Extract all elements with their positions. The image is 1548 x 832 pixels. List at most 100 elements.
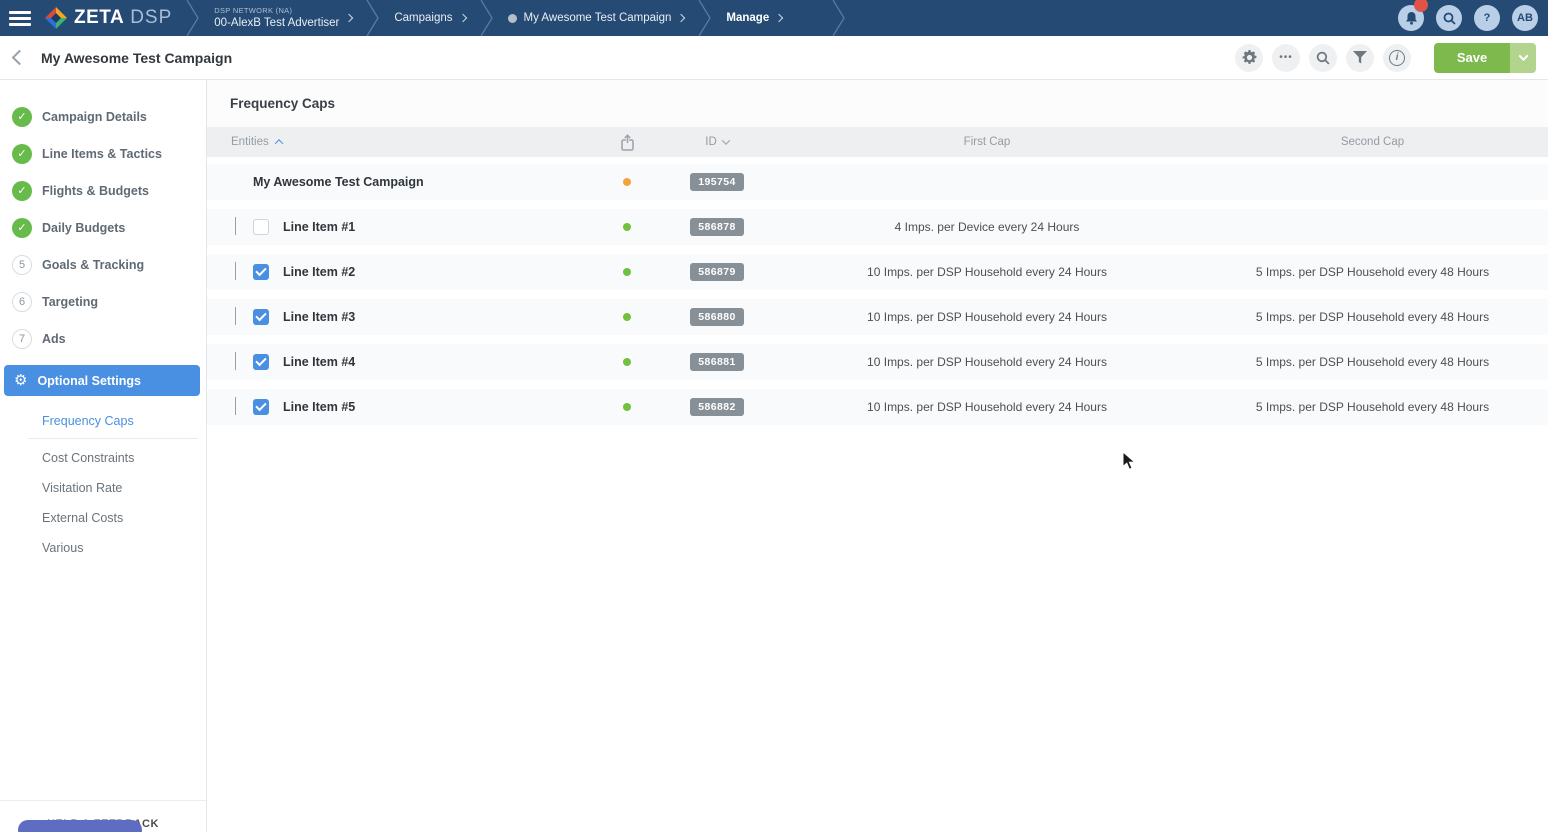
notification-badge bbox=[1414, 0, 1428, 12]
zeta-diamond-icon bbox=[44, 6, 68, 30]
topbar-actions: ? AB bbox=[1398, 5, 1548, 31]
id-badge: 195754 bbox=[690, 173, 743, 191]
entity-name[interactable]: Line Item #2 bbox=[283, 265, 597, 279]
breadcrumb-advertiser[interactable]: DSP NETWORK (NA) 00-AlexB Test Advertise… bbox=[200, 6, 366, 30]
expand-row-icon[interactable] bbox=[235, 397, 236, 415]
status-dot bbox=[623, 358, 631, 366]
sidebar-item-optional-settings[interactable]: ⚙ Optional Settings bbox=[4, 365, 200, 396]
entity-name[interactable]: Line Item #5 bbox=[283, 400, 597, 414]
breadcrumb-campaigns[interactable]: Campaigns bbox=[380, 12, 479, 24]
sidebar-item-various[interactable]: Various bbox=[0, 533, 206, 563]
more-options-button[interactable]: ••• bbox=[1272, 44, 1300, 72]
sidebar-step[interactable]: ✓Line Items & Tactics bbox=[0, 135, 206, 172]
share-icon bbox=[620, 134, 635, 151]
table-row: Line Item #5 586882 10 Imps. per DSP House… bbox=[207, 389, 1548, 425]
expand-row-icon[interactable] bbox=[235, 262, 236, 280]
chat-widget-button[interactable] bbox=[18, 820, 142, 832]
filter-button[interactable] bbox=[1346, 44, 1374, 72]
frequency-caps-table: My Awesome Test Campaign 195754 Line Item … bbox=[207, 157, 1548, 425]
search-icon bbox=[1443, 12, 1456, 25]
sidebar-step[interactable]: 6Targeting bbox=[0, 283, 206, 320]
frequency-caps-panel: Frequency Caps Entities ID First Cap bbox=[207, 80, 1548, 832]
column-share[interactable] bbox=[597, 134, 657, 151]
id-badge: 586881 bbox=[690, 353, 743, 371]
save-button[interactable]: Save bbox=[1434, 43, 1510, 73]
brand-logo[interactable]: ZETA DSP bbox=[40, 6, 186, 30]
brand-suffix: DSP bbox=[130, 7, 172, 29]
chevron-right-icon bbox=[677, 14, 685, 22]
expand-row-icon[interactable] bbox=[235, 352, 236, 370]
campaign-toolbar: My Awesome Test Campaign ••• i Save bbox=[0, 36, 1548, 80]
row-checkbox[interactable] bbox=[253, 264, 269, 280]
breadcrumb-campaign[interactable]: My Awesome Test Campaign bbox=[494, 12, 699, 24]
breadcrumb-divider bbox=[832, 0, 846, 36]
row-checkbox[interactable] bbox=[253, 399, 269, 415]
optional-settings-label: Optional Settings bbox=[37, 374, 140, 388]
help-button[interactable]: ? bbox=[1474, 5, 1500, 31]
entity-name[interactable]: Line Item #1 bbox=[283, 220, 597, 234]
sidebar-step-label: Campaign Details bbox=[42, 110, 147, 124]
sidebar-item-visitation-rate[interactable]: Visitation Rate bbox=[0, 473, 206, 503]
settings-button[interactable] bbox=[1235, 44, 1263, 72]
notifications-button[interactable] bbox=[1398, 5, 1424, 31]
steps-list: ✓Campaign Details✓Line Items & Tactics✓F… bbox=[0, 80, 206, 357]
expand-row-icon[interactable] bbox=[235, 217, 236, 235]
breadcrumb-divider bbox=[480, 0, 494, 36]
info-button[interactable]: i bbox=[1383, 44, 1411, 72]
step-number-badge: 6 bbox=[12, 292, 32, 312]
second-cap-value: 5 Imps. per DSP Household every 48 Hours bbox=[1197, 265, 1548, 279]
entity-name[interactable]: My Awesome Test Campaign bbox=[253, 175, 597, 189]
search-button[interactable] bbox=[1436, 5, 1462, 31]
save-dropdown-button[interactable] bbox=[1510, 43, 1536, 73]
row-checkbox[interactable] bbox=[253, 309, 269, 325]
sidebar-step[interactable]: ✓Campaign Details bbox=[0, 98, 206, 135]
first-cap-value: 10 Imps. per DSP Household every 24 Hour… bbox=[777, 265, 1197, 279]
sidebar-item-frequency-caps[interactable]: Frequency Caps bbox=[0, 406, 206, 436]
section-title: Frequency Caps bbox=[230, 96, 335, 111]
status-dot bbox=[623, 268, 631, 276]
column-entities[interactable]: Entities bbox=[231, 136, 597, 148]
info-icon: i bbox=[1389, 50, 1405, 66]
page-title: My Awesome Test Campaign bbox=[41, 50, 232, 66]
chevron-right-icon bbox=[775, 14, 783, 22]
status-dot bbox=[623, 223, 631, 231]
breadcrumb-manage[interactable]: Manage bbox=[712, 12, 796, 24]
row-checkbox[interactable] bbox=[253, 219, 269, 235]
sidebar-step[interactable]: 7Ads bbox=[0, 320, 206, 357]
sort-ascending-icon bbox=[274, 139, 282, 147]
avatar[interactable]: AB bbox=[1512, 5, 1538, 31]
first-cap-value: 10 Imps. per DSP Household every 24 Hour… bbox=[777, 355, 1197, 369]
sidebar-step-label: Daily Budgets bbox=[42, 221, 125, 235]
entity-name[interactable]: Line Item #3 bbox=[283, 310, 597, 324]
id-badge: 586882 bbox=[690, 398, 743, 416]
bell-icon bbox=[1405, 11, 1418, 25]
status-dot bbox=[623, 178, 631, 186]
divider bbox=[28, 438, 198, 439]
expand-row-icon[interactable] bbox=[235, 307, 236, 325]
sidebar-step[interactable]: 5Goals & Tracking bbox=[0, 246, 206, 283]
breadcrumb-divider bbox=[186, 0, 200, 36]
check-circle-icon: ✓ bbox=[12, 181, 32, 201]
id-badge: 586880 bbox=[690, 308, 743, 326]
entity-name[interactable]: Line Item #4 bbox=[283, 355, 597, 369]
row-checkbox[interactable] bbox=[253, 354, 269, 370]
first-cap-value: 10 Imps. per DSP Household every 24 Hour… bbox=[777, 400, 1197, 414]
hamburger-menu-icon[interactable] bbox=[0, 0, 40, 36]
sidebar-item-cost-constraints[interactable]: Cost Constraints bbox=[0, 443, 206, 473]
sidebar-step[interactable]: ✓Daily Budgets bbox=[0, 209, 206, 246]
chevron-right-icon bbox=[345, 14, 353, 22]
optional-settings-subnav: Frequency Caps Cost Constraints Visitati… bbox=[0, 396, 206, 563]
search-table-button[interactable] bbox=[1309, 44, 1337, 72]
top-navigation-bar: ZETA DSP DSP NETWORK (NA) 00-AlexB Test … bbox=[0, 0, 1548, 36]
column-id[interactable]: ID bbox=[657, 136, 777, 148]
back-button[interactable] bbox=[12, 50, 28, 66]
first-cap-value: 4 Imps. per Device every 24 Hours bbox=[777, 220, 1197, 234]
gear-icon bbox=[1242, 50, 1257, 65]
step-number-badge: 7 bbox=[12, 329, 32, 349]
table-row: Line Item #358688010 Imps. per DSP House… bbox=[207, 299, 1548, 335]
table-row: Line Item #4 586881 10 Imps. per DSP House… bbox=[207, 344, 1548, 380]
sidebar-item-external-costs[interactable]: External Costs bbox=[0, 503, 206, 533]
funnel-icon bbox=[1353, 51, 1367, 64]
sidebar-step[interactable]: ✓Flights & Budgets bbox=[0, 172, 206, 209]
campaign-label: My Awesome Test Campaign bbox=[524, 12, 672, 24]
